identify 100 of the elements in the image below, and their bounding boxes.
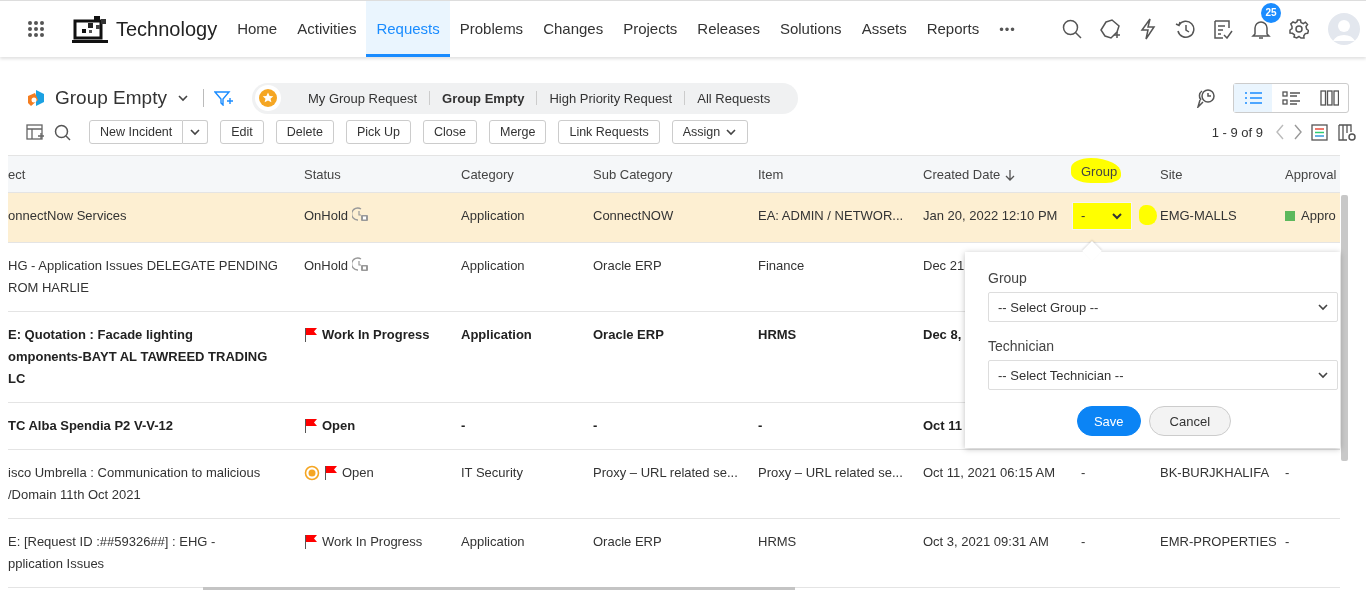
status-label[interactable]: OnHold bbox=[304, 255, 370, 277]
table-row[interactable]: isco Umbrella : Communication to malicious /Domain 11th Oct 2021 Open IT Security Proxy – URL related se... Proxy – URL related se... Oct 11, 2021 06:15 AM - BK-BURJKHALIFA - bbox=[8, 450, 1340, 519]
table-cell-text: EA: ADMIN / NETWOR... bbox=[758, 207, 904, 225]
column-header[interactable]: Category bbox=[461, 166, 514, 182]
view-title[interactable]: Group Empty bbox=[55, 87, 167, 109]
column-header[interactable]: Status bbox=[304, 166, 341, 182]
nav-tab[interactable]: Activities bbox=[287, 1, 367, 57]
column-header[interactable]: Sub Category bbox=[593, 166, 673, 182]
toolbar-button[interactable]: Pick Up bbox=[345, 120, 412, 144]
clock-bubble-icon[interactable] bbox=[1194, 88, 1215, 108]
nav-tab[interactable]: Assets bbox=[851, 1, 917, 57]
table-add-icon[interactable] bbox=[26, 124, 44, 140]
table-cell-text: Oct 11 bbox=[923, 417, 963, 435]
toolbar-button[interactable]: Merge bbox=[489, 120, 547, 144]
vertical-scrollbar[interactable] bbox=[1341, 195, 1348, 461]
subject-text[interactable]: isco Umbrella : Communication to malicious /Domain 11th Oct 2021 bbox=[8, 462, 261, 506]
status-label[interactable]: OnHold bbox=[304, 205, 370, 227]
status-label[interactable]: Open bbox=[304, 415, 356, 437]
flag-icon bbox=[324, 465, 338, 481]
table-cell-text: IT Security bbox=[461, 464, 523, 482]
toolbar-menu-button[interactable]: Assign bbox=[671, 120, 749, 144]
next-page-icon[interactable] bbox=[1293, 124, 1303, 140]
table-cell-text: - bbox=[758, 417, 763, 435]
bell-icon[interactable] bbox=[1251, 18, 1271, 40]
search-icon[interactable] bbox=[54, 123, 71, 141]
table-cell-text: - bbox=[1285, 464, 1290, 482]
column-header[interactable]: Item bbox=[758, 166, 784, 182]
view-filter-tab[interactable]: High Priority Request bbox=[537, 90, 685, 106]
ticket-plus-icon[interactable] bbox=[1100, 18, 1121, 40]
search-icon[interactable] bbox=[1062, 19, 1082, 39]
horizontal-scrollbar[interactable] bbox=[203, 587, 795, 590]
table-cell-text: HRMS bbox=[758, 533, 797, 551]
subject-text[interactable]: TC Alba Spendia P2 V-V-12 bbox=[8, 415, 173, 437]
chevron-down-icon bbox=[189, 126, 202, 138]
subject-text[interactable]: E: Quotation : Facade lighting omponents-BAYT AL TAWREED TRADING LC bbox=[8, 324, 268, 390]
app-name: Technology bbox=[116, 17, 218, 41]
laptop-logo-icon bbox=[72, 15, 108, 43]
flag-icon bbox=[304, 534, 318, 550]
toolbar-button[interactable]: Link Requests bbox=[558, 120, 660, 144]
table-cell-text: Oracle ERP bbox=[593, 326, 664, 344]
subject-text[interactable]: E: [Request ID :##59326##] : EHG - pplication Issues bbox=[8, 531, 216, 575]
table-cell-text: - bbox=[593, 417, 598, 435]
column-header[interactable]: Created Date bbox=[923, 166, 1016, 182]
column-header[interactable]: ect bbox=[8, 166, 26, 182]
column-header[interactable]: Group bbox=[1071, 157, 1122, 183]
status-label[interactable]: Work In Progress bbox=[304, 531, 423, 553]
cube-logo-icon bbox=[26, 88, 46, 108]
column-settings-icon[interactable] bbox=[1338, 123, 1356, 141]
view-filter-tab[interactable]: All Requests bbox=[685, 90, 783, 106]
view-filter-tab[interactable]: My Group Request bbox=[295, 90, 430, 106]
nav-tab[interactable]: Home bbox=[227, 1, 288, 57]
clock-lock-icon bbox=[352, 207, 370, 222]
nav-tab[interactable]: Problems bbox=[449, 1, 534, 57]
column-header[interactable]: Approval bbox=[1285, 166, 1337, 182]
history-icon[interactable] bbox=[1175, 19, 1195, 39]
table-cell-text: Application bbox=[461, 207, 525, 225]
table-row[interactable]: onnectNow Services OnHold Application ConnectNOW EA: ADMIN / NETWOR... Jan 20, 2022 12:10 PM - EMG-MALLS Appro bbox=[8, 193, 1340, 243]
subject-text[interactable]: onnectNow Services bbox=[8, 205, 127, 227]
checklist-icon[interactable] bbox=[1213, 19, 1233, 39]
cancel-button[interactable]: Cancel bbox=[1148, 406, 1232, 436]
toolbar-button[interactable]: Close bbox=[423, 120, 477, 144]
table-cell-text: Dec 8, bbox=[923, 326, 962, 344]
table-cell-text: Oct 3, 2021 09:31 AM bbox=[923, 533, 1049, 551]
chevron-down-icon[interactable] bbox=[176, 92, 189, 104]
toolbar-button[interactable]: Delete bbox=[275, 120, 334, 144]
list-view-icon bbox=[1243, 90, 1263, 106]
table-cell-text: Application bbox=[461, 533, 525, 551]
group-dropdown[interactable]: - bbox=[1072, 202, 1133, 230]
filter-add-icon[interactable] bbox=[213, 90, 234, 106]
subject-text[interactable]: HG - Application Issues DELEGATE PENDING ROM HARLIE bbox=[8, 255, 278, 299]
view-mode-switch[interactable] bbox=[1233, 83, 1349, 113]
columns-view-icon bbox=[1319, 90, 1339, 106]
sort-down-arrow-icon bbox=[1005, 169, 1016, 181]
star-badge-icon[interactable] bbox=[253, 84, 282, 112]
apps-grid-icon[interactable] bbox=[27, 20, 45, 38]
select-field[interactable]: -- Select Group -- bbox=[988, 292, 1338, 322]
nav-tab[interactable]: Reports bbox=[916, 1, 990, 57]
new-incident-button[interactable]: New Incident bbox=[89, 120, 184, 144]
table-cell-text: Application bbox=[461, 257, 525, 275]
nav-tab[interactable]: Projects bbox=[613, 1, 688, 57]
select-field[interactable]: -- Select Technician -- bbox=[988, 360, 1338, 390]
dropdown-button[interactable] bbox=[183, 120, 209, 144]
settings-icon[interactable] bbox=[1289, 19, 1309, 39]
save-button[interactable]: Save bbox=[1076, 406, 1141, 436]
table-cell-text: - bbox=[1081, 533, 1086, 551]
nav-tab[interactable]: Releases bbox=[687, 1, 770, 57]
status-label[interactable]: Open bbox=[304, 462, 374, 484]
nav-tab[interactable]: Solutions bbox=[769, 1, 852, 57]
view-filter-tab[interactable]: Group Empty bbox=[430, 90, 537, 106]
lightning-icon[interactable] bbox=[1139, 18, 1157, 40]
more-menu[interactable]: ••• bbox=[989, 21, 1026, 37]
colored-lines-icon[interactable] bbox=[1311, 123, 1328, 141]
status-label[interactable]: Work In Progress bbox=[304, 324, 430, 346]
table-cell-text: ConnectNOW bbox=[593, 207, 674, 225]
table-cell-text: EMR-PROPERTIES bbox=[1160, 533, 1277, 551]
table-cell-text: Dec 21 bbox=[923, 257, 965, 275]
toolbar-button[interactable]: Edit bbox=[220, 120, 264, 144]
nav-tab[interactable]: Changes bbox=[533, 1, 614, 57]
table-cell-text: Finance bbox=[758, 257, 805, 275]
column-header[interactable]: Site bbox=[1160, 166, 1183, 182]
